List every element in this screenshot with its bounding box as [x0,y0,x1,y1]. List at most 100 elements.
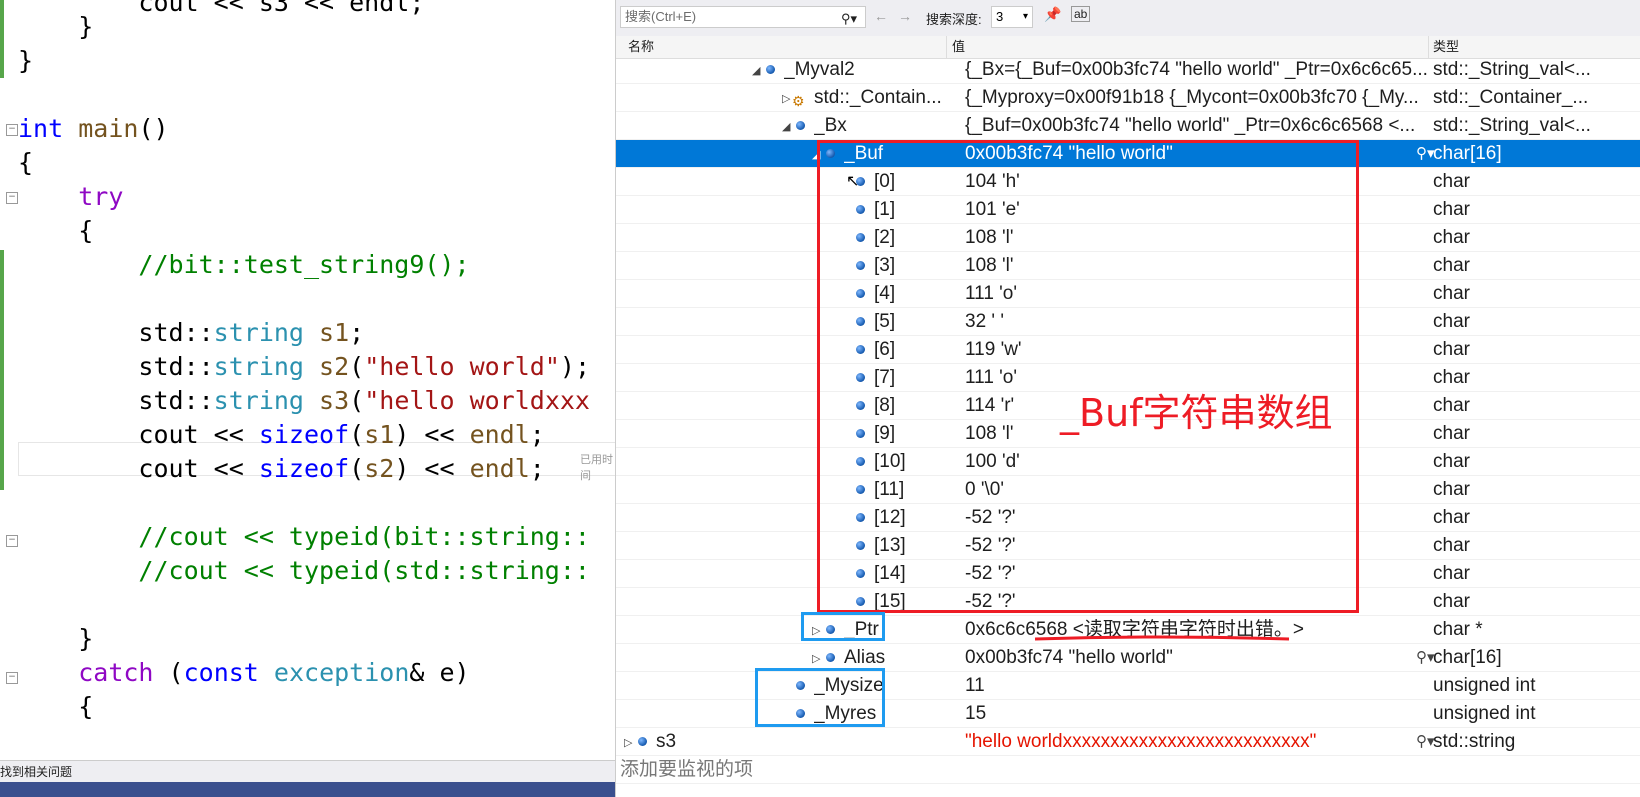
watch-name: s3 [656,731,677,752]
search-depth-label: 搜索深度: [926,12,982,27]
watch-type: char [1433,311,1470,332]
code-line[interactable]: { [18,214,93,248]
watch-type: std::_String_val<... [1433,59,1591,80]
search-icon[interactable]: ⚲▾ [841,9,857,29]
perf-tip: 已用时间 [580,454,613,482]
watch-type: unsigned int [1433,703,1536,724]
watch-row[interactable]: ◢ _Myval2 {_Bx={_Buf=0x00b3fc74 "hello wor… [616,56,1640,84]
code-line[interactable]: { [18,146,33,180]
code-line[interactable]: catch (const exception& e) [18,656,469,690]
watch-type: char [1433,395,1470,416]
fold-toggle-icon[interactable]: − [6,672,18,684]
watch-value[interactable]: 15 [965,700,1443,728]
base-class-icon: ⚙ [792,93,805,109]
chevron-down-icon: ▾ [1022,11,1028,22]
expand-toggle-icon[interactable]: ◢ [782,113,790,141]
watch-type: char [1433,367,1470,388]
search-depth-select[interactable]: 3 ▾ [991,6,1033,28]
column-divider[interactable] [1428,36,1429,58]
watch-type: char [1433,283,1470,304]
keyword: try [78,182,124,211]
code-line[interactable]: //cout << typeid(bit::string:: [18,520,590,554]
watch-type: char[16] [1433,143,1502,164]
taskbar-strip [0,782,615,797]
expand-toggle-icon[interactable]: ◢ [752,57,760,85]
expand-toggle-icon[interactable]: ▷ [782,85,790,113]
blue-highlight-box [801,612,885,641]
code-line[interactable]: std::string s2("hello world"); [18,350,590,384]
code-line[interactable]: //cout << typeid(std::string:: [18,554,590,588]
watch-row[interactable]: ◢ _Bx {_Buf=0x00b3fc74 "hello world" _Ptr=… [616,112,1640,140]
code-line[interactable]: { [18,690,93,724]
comment: //cout << typeid(std::string:: [18,556,590,585]
watch-value[interactable]: {_Buf=0x00b3fc74 "hello world" _Ptr=0x6c… [965,112,1443,140]
visualizer-icon[interactable]: ⚲▾ [1416,644,1435,672]
watch-value[interactable]: "hello worldxxxxxxxxxxxxxxxxxxxxxxxxxx" [965,728,1443,756]
annotation-label: _Buf字符串数组 [1060,391,1333,435]
code-line[interactable]: cout << sizeof(s1) << endl; [18,418,544,452]
watch-row[interactable]: ▷ ⚙ std::_Contain... {_Myproxy=0x00f91b18 {… [616,84,1640,112]
column-name-header[interactable]: 名称 [628,36,654,58]
watch-type: char [1433,171,1470,192]
watch-type: char [1433,339,1470,360]
status-text: 找到相关问题 [0,765,73,779]
watch-type: unsigned int [1433,675,1536,696]
watch-type: std::string [1433,731,1516,752]
fold-toggle-icon[interactable]: − [6,535,18,547]
visualizer-icon[interactable]: ⚲▾ [1416,728,1435,756]
code-editor[interactable]: − − − − cout << s3 << endl; } } int main… [0,0,615,797]
watch-type: char [1433,255,1470,276]
code-line[interactable]: } [18,622,93,656]
search-input[interactable]: 搜索(Ctrl+E) ⚲▾ [620,6,866,28]
code-line[interactable]: int main() [18,112,169,146]
back-arrow-icon[interactable]: ← [874,8,888,24]
blue-highlight-box [755,668,885,727]
column-divider[interactable] [946,36,947,58]
comment: //cout << typeid(bit::string:: [18,522,590,551]
code-line[interactable]: std::string s3("hello worldxxx [18,384,590,418]
code-line[interactable]: } [18,10,93,44]
watch-row[interactable]: 添加要监视的项 [616,756,1640,784]
column-value-header[interactable]: 值 [952,36,965,58]
watch-value[interactable]: 11 [965,672,1443,700]
field-icon [826,653,835,662]
watch-type: std::_String_val<... [1433,115,1591,136]
red-underline [1034,635,1290,641]
hex-display-icon[interactable]: ab [1071,6,1091,22]
code-line[interactable]: //bit::test_string9(); [18,248,469,282]
code-line[interactable]: try [18,180,123,214]
code-line[interactable]: std::string s1; [18,316,364,350]
change-marker [0,250,4,490]
change-marker [0,0,4,78]
field-icon [638,737,647,746]
watch-type: char [1433,535,1470,556]
watch-type: char [1433,199,1470,220]
watch-type: char [1433,479,1470,500]
field-icon [796,121,805,130]
code-line[interactable]: } [18,44,33,78]
watch-name: _Myval2 [784,59,855,80]
pin-icon[interactable]: 📌 [1044,6,1061,23]
watch-type: char[16] [1433,647,1502,668]
mouse-cursor-icon: ↖ [846,171,860,190]
fold-toggle-icon[interactable]: − [6,192,18,204]
search-depth-value: 3 [996,9,1004,24]
code-line[interactable]: cout << sizeof(s2) << endl; [18,452,544,486]
watch-type: char * [1433,619,1483,640]
forward-arrow-icon[interactable]: → [898,8,912,24]
column-type-header[interactable]: 类型 [1433,36,1459,58]
watch-value[interactable]: 0x00b3fc74 "hello world" [965,644,1443,672]
watch-value[interactable]: {_Bx={_Buf=0x00b3fc74 "hello world" _Ptr… [965,56,1443,84]
fold-toggle-icon[interactable]: − [6,124,18,136]
watch-name: _Bx [814,115,847,136]
keyword: int [18,114,64,143]
watch-value[interactable]: {_Myproxy=0x00f91b18 {_Mycont=0x00b3fc70… [965,84,1443,112]
watch-name: std::_Contain... [814,87,942,108]
field-icon [766,65,775,74]
watch-row[interactable]: ▷ s3 "hello worldxxxxxxxxxxxxxxxxxxxxxxxxx… [616,728,1640,756]
watch-name: 添加要监视的项 [620,759,754,780]
watch-type: std::_Container_... [1433,87,1589,108]
watch-type: char [1433,227,1470,248]
visualizer-icon[interactable]: ⚲▾ [1416,140,1435,168]
expand-toggle-icon[interactable]: ▷ [624,729,632,757]
